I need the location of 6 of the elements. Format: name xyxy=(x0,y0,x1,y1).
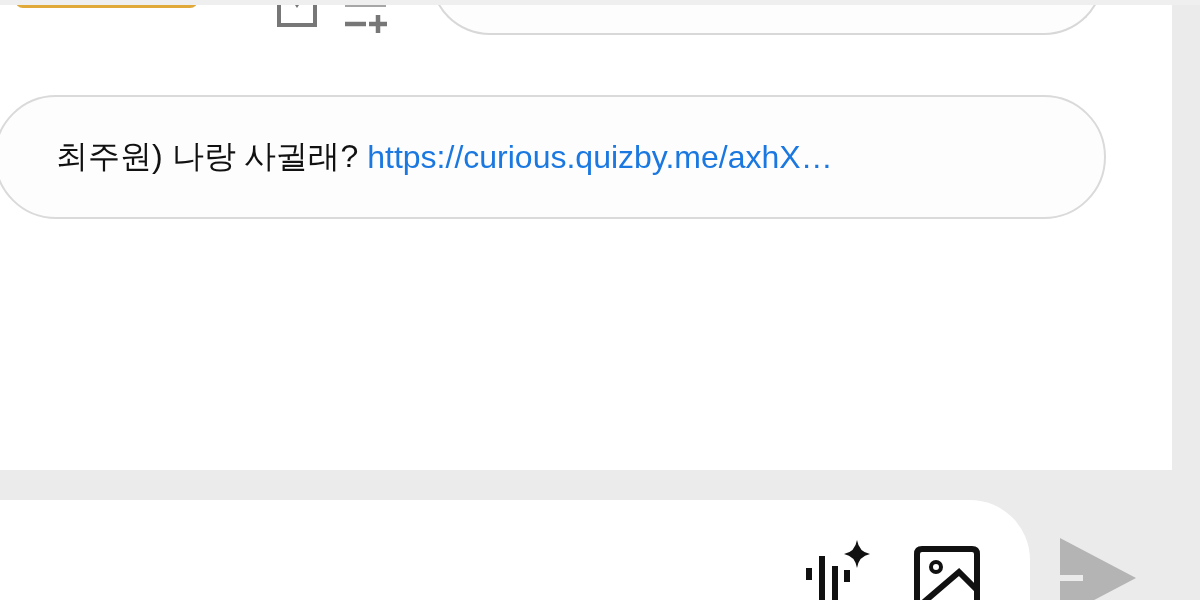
image-icon[interactable] xyxy=(914,546,980,600)
message-text: 최주원) 나랑 사귈래? xyxy=(56,137,359,176)
box-icon[interactable] xyxy=(276,5,318,28)
list-add-icon[interactable] xyxy=(344,5,388,34)
message-link[interactable]: https://curious.quizby.me/axhX… xyxy=(367,138,833,176)
message-input[interactable] xyxy=(0,500,1030,600)
